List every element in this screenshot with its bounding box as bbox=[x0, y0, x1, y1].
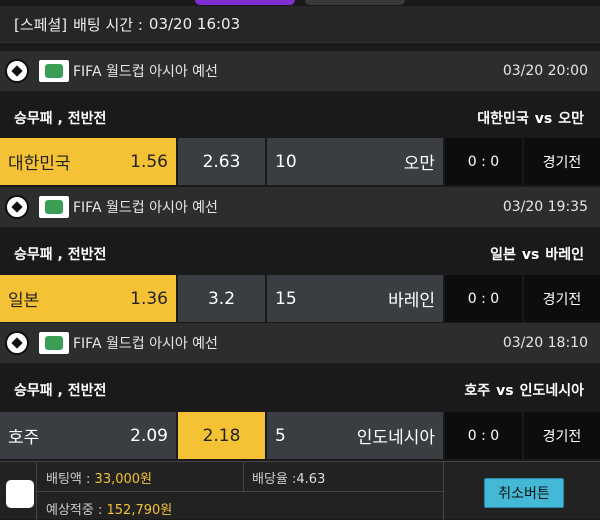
away-odds: 5 bbox=[275, 425, 286, 446]
tab-active-indicator[interactable] bbox=[195, 0, 295, 5]
tab-inactive-indicator[interactable] bbox=[305, 0, 405, 5]
draw-odds: 2.18 bbox=[202, 425, 241, 446]
matchup: 대한민국 vs 오만 bbox=[477, 108, 584, 128]
odds-row: 대한민국 1.56 2.63 10 오만 0 : 0 경기전 bbox=[0, 138, 600, 185]
home-team: 일본 bbox=[490, 247, 516, 263]
divider bbox=[443, 462, 444, 520]
soccer-ball-icon bbox=[5, 195, 29, 219]
cancel-button[interactable]: 취소버튼 bbox=[484, 478, 564, 508]
league-flag-icon bbox=[39, 60, 69, 82]
match-status: 경기전 bbox=[524, 412, 600, 459]
away-odds-button[interactable]: 5 인도네시아 bbox=[267, 412, 443, 459]
bet-amount-value: 33,000원 bbox=[94, 472, 152, 487]
away-odds-button[interactable]: 10 오만 bbox=[267, 138, 443, 185]
bet-type-row: 승무패 , 전반전 호주 vs 인도네시아 bbox=[0, 363, 600, 417]
score: 0 : 0 bbox=[445, 275, 522, 322]
away-team-label: 인도네시아 bbox=[356, 428, 435, 448]
bet-type-row: 승무패 , 전반전 대한민국 vs 오만 bbox=[0, 91, 600, 145]
soccer-ball-icon bbox=[5, 59, 29, 83]
league-name: FIFA 월드컵 아시아 예선 bbox=[73, 200, 218, 216]
score: 0 : 0 bbox=[445, 412, 522, 459]
match-status: 경기전 bbox=[524, 138, 600, 185]
away-team-label: 오만 bbox=[403, 154, 435, 174]
matchup: 호주 vs 인도네시아 bbox=[464, 380, 584, 400]
expected-label: 예상적중 : bbox=[46, 503, 103, 518]
home-team: 대한민국 bbox=[477, 111, 529, 127]
bet-summary-footer: 배팅액 : 33,000원 배당율 :4.63 예상적중 : 152,790원 … bbox=[0, 461, 600, 520]
league-row: FIFA 월드컵 아시아 예선 03/20 19:35 bbox=[0, 187, 600, 227]
home-odds: 1.36 bbox=[130, 288, 168, 309]
select-all-checkbox[interactable] bbox=[6, 480, 34, 508]
home-odds-button[interactable]: 호주 2.09 bbox=[0, 412, 176, 459]
bet-type: 승무패 , 전반전 bbox=[14, 111, 107, 127]
league-row: FIFA 월드컵 아시아 예선 03/20 18:10 bbox=[0, 323, 600, 363]
away-team: 바레인 bbox=[545, 247, 584, 263]
away-team-label: 바레인 bbox=[388, 291, 435, 311]
match-datetime: 03/20 18:10 bbox=[502, 335, 588, 351]
league-flag-icon bbox=[39, 332, 69, 354]
league-flag-icon bbox=[39, 196, 69, 218]
vs-label: vs bbox=[534, 111, 553, 127]
soccer-ball-icon bbox=[5, 331, 29, 355]
divider bbox=[243, 462, 244, 491]
home-odds: 1.56 bbox=[130, 151, 168, 172]
match-datetime: 03/20 20:00 bbox=[502, 63, 588, 79]
bet-time-label: 배팅 시간 : bbox=[73, 15, 143, 34]
home-team-label: 대한민국 bbox=[8, 154, 71, 174]
matchup: 일본 vs 바레인 bbox=[490, 244, 584, 264]
home-team-label: 일본 bbox=[8, 291, 40, 311]
expected-value: 152,790원 bbox=[106, 503, 173, 518]
odds-row: 호주 2.09 2.18 5 인도네시아 0 : 0 경기전 bbox=[0, 412, 600, 459]
bet-amount-label: 배팅액 : bbox=[46, 472, 91, 487]
match-datetime: 03/20 19:35 bbox=[502, 199, 588, 215]
expected-win: 예상적중 : 152,790원 bbox=[46, 499, 172, 518]
total-odds: 배당율 :4.63 bbox=[252, 468, 325, 487]
away-odds: 15 bbox=[275, 288, 297, 309]
draw-odds-button[interactable]: 2.63 bbox=[178, 138, 265, 185]
home-team: 호주 bbox=[464, 383, 491, 399]
bet-type: 승무패 , 전반전 bbox=[14, 247, 107, 263]
bet-type: 승무패 , 전반전 bbox=[14, 383, 107, 399]
vs-label: vs bbox=[521, 247, 540, 263]
divider bbox=[36, 491, 443, 492]
match-status: 경기전 bbox=[524, 275, 600, 322]
home-odds: 2.09 bbox=[130, 425, 168, 446]
draw-odds: 3.2 bbox=[207, 288, 236, 309]
away-team: 오만 bbox=[558, 111, 584, 127]
odds-value: 4.63 bbox=[296, 472, 326, 487]
odds-label: 배당율 : bbox=[252, 472, 297, 487]
category-label: [스페셜] bbox=[14, 15, 68, 34]
away-team: 인도네시아 bbox=[519, 383, 584, 399]
away-odds: 10 bbox=[275, 151, 297, 172]
vs-label: vs bbox=[496, 383, 514, 399]
league-row: FIFA 월드컵 아시아 예선 03/20 20:00 bbox=[0, 51, 600, 91]
away-odds-button[interactable]: 15 바레인 bbox=[267, 275, 443, 322]
league-name: FIFA 월드컵 아시아 예선 bbox=[73, 64, 218, 80]
home-odds-button[interactable]: 일본 1.36 bbox=[0, 275, 176, 322]
draw-odds: 2.63 bbox=[202, 151, 241, 172]
score: 0 : 0 bbox=[445, 138, 522, 185]
draw-odds-button[interactable]: 3.2 bbox=[178, 275, 265, 322]
league-name: FIFA 월드컵 아시아 예선 bbox=[73, 336, 218, 352]
bet-type-row: 승무패 , 전반전 일본 vs 바레인 bbox=[0, 227, 600, 281]
bet-time: 03/20 16:03 bbox=[148, 15, 241, 33]
bet-amount: 배팅액 : 33,000원 bbox=[46, 468, 152, 487]
bet-slip-header: [스페셜] 배팅 시간 : 03/20 16:03 bbox=[0, 6, 600, 43]
odds-row: 일본 1.36 3.2 15 바레인 0 : 0 경기전 bbox=[0, 275, 600, 322]
home-team-label: 호주 bbox=[8, 428, 40, 448]
home-odds-button[interactable]: 대한민국 1.56 bbox=[0, 138, 176, 185]
draw-odds-button[interactable]: 2.18 bbox=[178, 412, 265, 459]
